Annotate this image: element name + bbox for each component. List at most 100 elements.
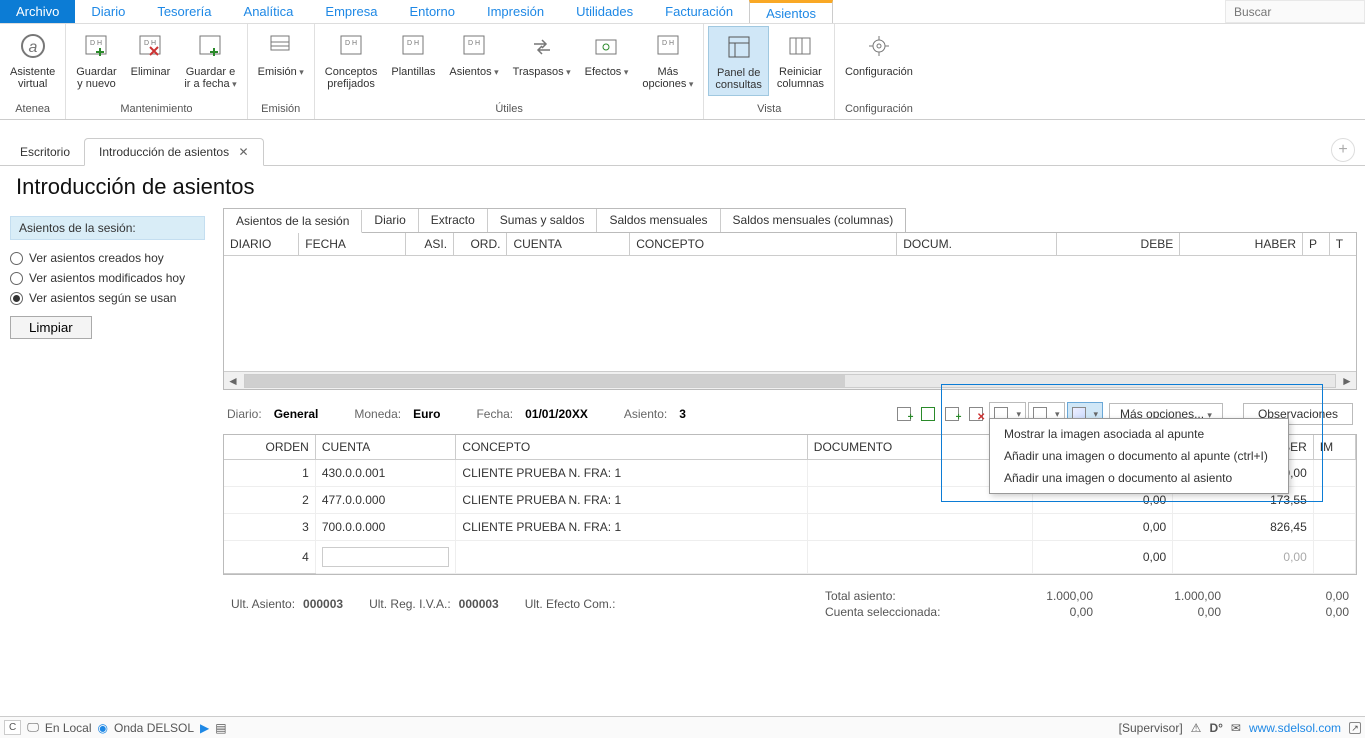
list-icon[interactable]: ▤ [215,721,226,735]
tool-delete[interactable]: ✕ [965,403,987,425]
tool-insert[interactable] [917,403,939,425]
play-icon[interactable]: ▶ [200,721,209,735]
add-tab-button[interactable]: + [1331,138,1355,162]
subtab-extracto[interactable]: Extracto [419,209,488,232]
svg-text:D H: D H [407,40,419,47]
table-row-edit[interactable]: 4 0,00 0,00 [224,541,1356,574]
menu-archivo[interactable]: Archivo [0,0,75,23]
external-link-icon[interactable]: ↗ [1349,722,1361,734]
col-t[interactable]: T [1329,233,1356,256]
ribbon-guardar-fecha[interactable]: Guardar e ir a fecha [178,26,242,94]
menu-empresa[interactable]: Empresa [309,0,393,23]
tool-new-line[interactable]: + [893,403,915,425]
cell-cuenta-input[interactable] [315,541,456,574]
svg-text:D H: D H [90,40,102,47]
fecha-value: 01/01/20XX [525,407,588,421]
tab-introduccion-asientos[interactable]: Introducción de asientos ✕ [84,138,264,166]
footer-summary: Ult. Asiento: 000003 Ult. Reg. I.V.A.: 0… [223,575,1357,623]
cell-concepto [456,541,807,574]
ribbon-configuracion[interactable]: Configuración [839,26,919,82]
menu-analitica[interactable]: Analítica [228,0,310,23]
scroll-left-icon[interactable]: ◄ [224,374,242,388]
scroll-thumb[interactable] [245,375,845,387]
menu-asientos[interactable]: Asientos [749,0,833,23]
ribbon-asientos[interactable]: D H Asientos [443,26,504,82]
templates-icon: D H [397,30,429,62]
menu-tesoreria[interactable]: Tesorería [141,0,227,23]
emit-icon [265,30,297,62]
monitor-icon: 🖵 [27,720,39,735]
subtab-asientos-sesion[interactable]: Asientos de la sesión [224,210,362,233]
menu-utilidades[interactable]: Utilidades [560,0,649,23]
tab-escritorio[interactable]: Escritorio [6,139,84,165]
ribbon-reiniciar-columnas[interactable]: Reiniciar columnas [771,26,830,94]
url-link[interactable]: www.sdelsol.com [1249,721,1341,735]
save-new-icon: D H [80,30,112,62]
cell-im [1313,514,1355,541]
menu-facturacion[interactable]: Facturación [649,0,749,23]
col-haber[interactable]: HABER [1180,233,1303,256]
col2-orden[interactable]: ORDEN [224,435,315,460]
total-debe: 1.000,00 [983,589,1093,603]
ribbon-traspasos[interactable]: Traspasos [507,26,577,82]
search-input[interactable]: Buscar [1225,0,1365,23]
onda-label: Onda DELSOL [114,721,194,735]
radio-segun-usan[interactable]: Ver asientos según se usan [10,288,205,308]
cell-orden: 4 [224,541,315,574]
ribbon-panel-consultas[interactable]: Panel de consultas [708,26,768,96]
table-row[interactable]: 3 700.0.0.000 CLIENTE PRUEBA N. FRA: 1 0… [224,514,1356,541]
menu-diario[interactable]: Diario [75,0,141,23]
scroll-right-icon[interactable]: ► [1338,374,1356,388]
ribbon-eliminar[interactable]: D H Eliminar [125,26,177,82]
col2-concepto[interactable]: CONCEPTO [456,435,807,460]
ribbon-group-label: Vista [708,101,830,117]
dd-add-image-asiento[interactable]: Añadir una imagen o documento al asiento [990,467,1288,489]
d-icon[interactable]: D° [1209,721,1222,735]
ribbon-label: Asientos [449,66,498,78]
subtab-sumas-saldos[interactable]: Sumas y saldos [488,209,598,232]
ribbon-label: Más opciones [642,66,693,90]
status-c-button[interactable]: C [4,720,21,735]
warning-icon[interactable]: ⚠ [1191,721,1202,735]
subtab-saldos-mensuales[interactable]: Saldos mensuales [597,209,720,232]
ribbon-efectos[interactable]: Efectos [579,26,635,82]
col2-im[interactable]: IM [1313,435,1355,460]
cuenta-diff: 0,00 [1239,605,1349,619]
col-fecha[interactable]: FECHA [299,233,406,256]
mail-icon[interactable]: ✉ [1231,721,1241,735]
dd-show-image[interactable]: Mostrar la imagen asociada al apunte [990,423,1288,445]
ribbon-conceptos[interactable]: D H Conceptos prefijados [319,26,384,94]
ribbon-group-label: Emisión [252,101,310,117]
menu-impresion[interactable]: Impresión [471,0,560,23]
subtab-diario[interactable]: Diario [362,209,418,232]
svg-text:D H: D H [144,40,156,47]
radio-creados-hoy[interactable]: Ver asientos creados hoy [10,248,205,268]
dd-add-image-apunte[interactable]: Añadir una imagen o documento al apunte … [990,445,1288,467]
ribbon-mas-opciones[interactable]: D H Más opciones [636,26,699,94]
col-concepto[interactable]: CONCEPTO [630,233,897,256]
close-icon[interactable]: ✕ [238,145,248,159]
horizontal-scrollbar[interactable]: ◄ ► [224,371,1356,389]
limpiar-button[interactable]: Limpiar [10,316,92,339]
ribbon-asistente-virtual[interactable]: a Asistente virtual [4,26,61,94]
col2-cuenta[interactable]: CUENTA [315,435,456,460]
tool-copy[interactable]: + [941,403,963,425]
col-asi[interactable]: ASI. [406,233,454,256]
col-debe[interactable]: DEBE [1057,233,1180,256]
radio-modificados-hoy[interactable]: Ver asientos modificados hoy [10,268,205,288]
menu-entorno[interactable]: Entorno [393,0,471,23]
col-docum[interactable]: DOCUM. [897,233,1057,256]
ribbon-emision[interactable]: Emisión [252,26,310,82]
scroll-track[interactable] [244,374,1336,388]
ribbon-label: Panel de consultas [715,67,761,91]
col-cuenta[interactable]: CUENTA [507,233,630,256]
col-p[interactable]: P [1303,233,1330,256]
total-diff: 0,00 [1239,589,1349,603]
subtab-saldos-mensuales-cols[interactable]: Saldos mensuales (columnas) [721,209,906,232]
ribbon-guardar-nuevo[interactable]: D H Guardar y nuevo [70,26,122,94]
col-ord[interactable]: ORD. [454,233,507,256]
tab-label: Introducción de asientos [99,145,229,159]
col-diario[interactable]: DIARIO [224,233,299,256]
session-grid-body[interactable] [224,256,1356,371]
ribbon-plantillas[interactable]: D H Plantillas [385,26,441,82]
